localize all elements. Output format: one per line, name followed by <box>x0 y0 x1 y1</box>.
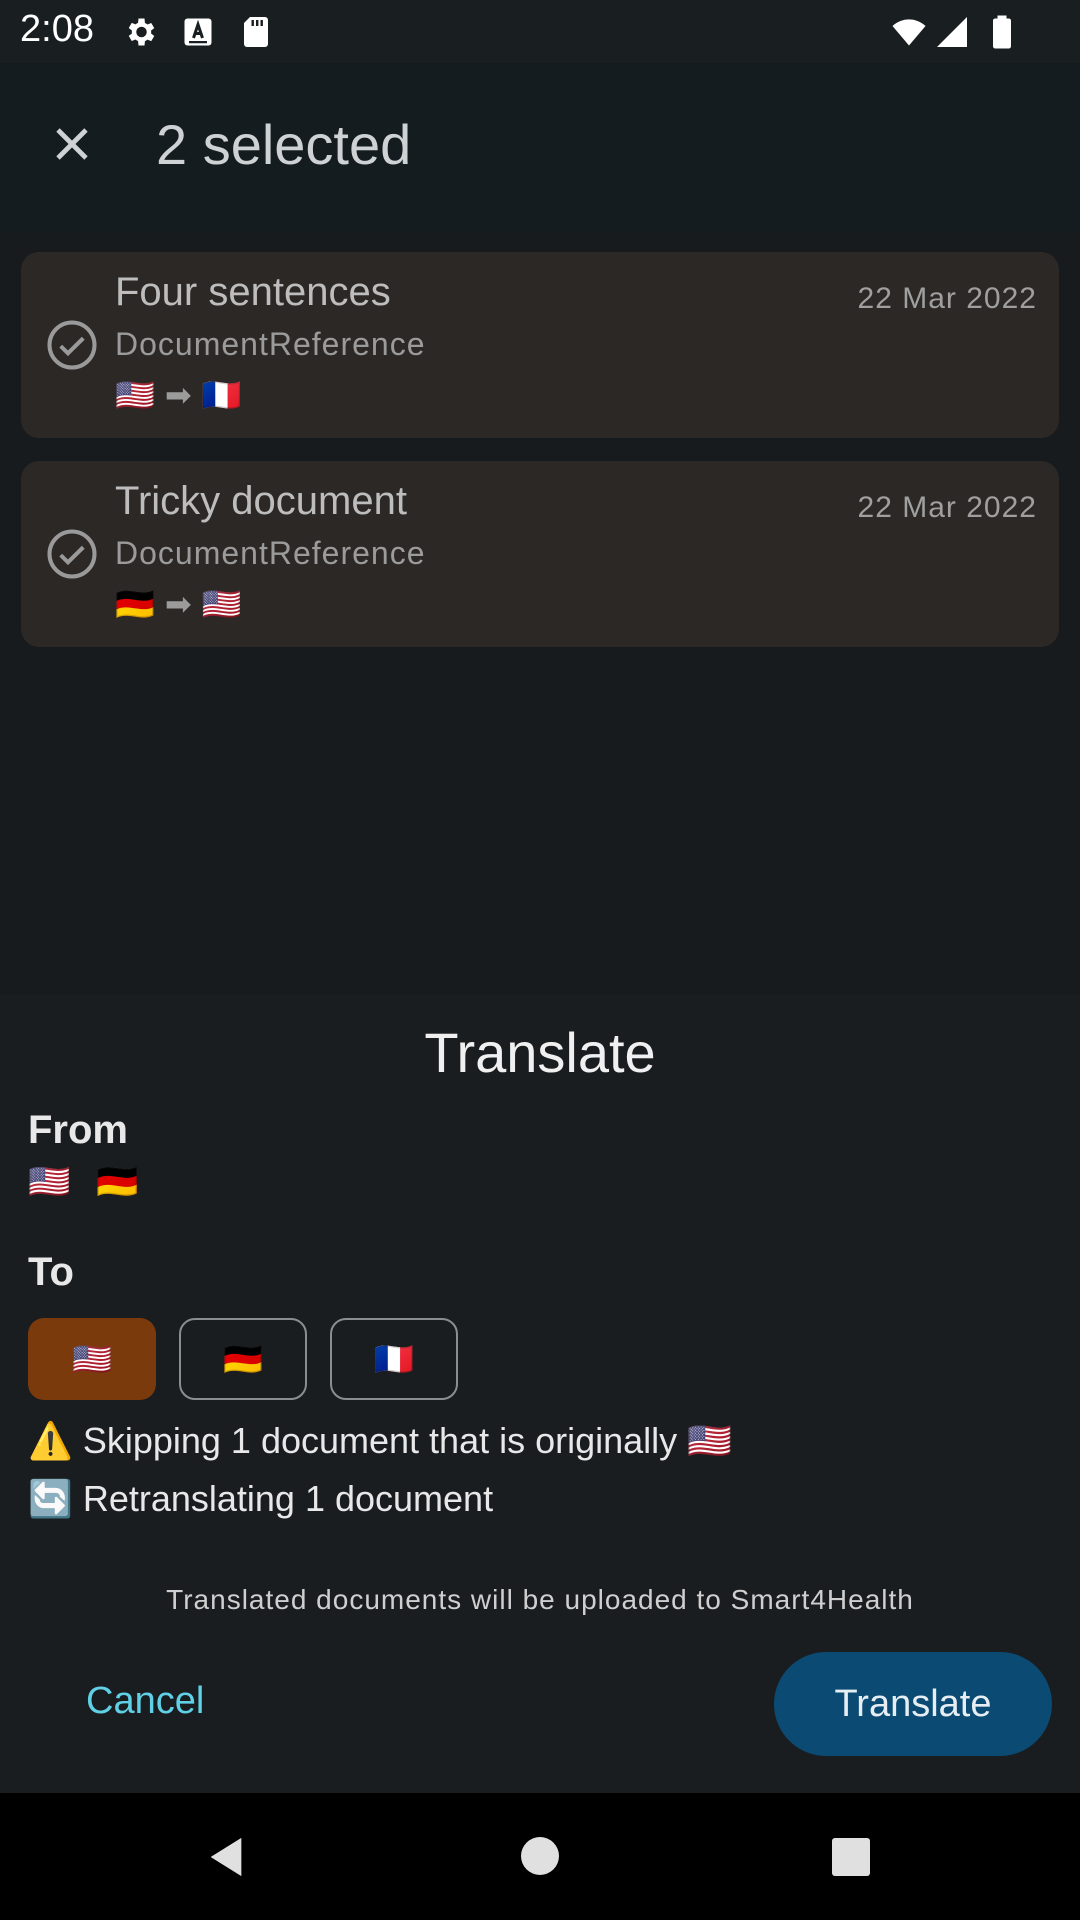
back-icon[interactable] <box>206 1834 246 1880</box>
warning-icon: ⚠️ <box>28 1420 73 1461</box>
signal-icon <box>937 17 967 47</box>
target-flag: 🇺🇸 <box>201 585 242 623</box>
from-flags: 🇺🇸 🇩🇪 <box>28 1162 139 1202</box>
battery-icon <box>993 15 1011 49</box>
close-icon[interactable] <box>48 120 96 168</box>
list-item[interactable]: Tricky document 22 Mar 2022 DocumentRefe… <box>21 461 1059 647</box>
skipping-warning: ⚠️ Skipping 1 document that is originall… <box>28 1420 732 1462</box>
check-circle-icon <box>47 529 97 579</box>
check-circle-icon <box>47 320 97 370</box>
sheet-title: Translate <box>424 1021 656 1084</box>
flag-us: 🇺🇸 <box>72 1340 112 1378</box>
translation-flags: 🇺🇸 ➡ 🇫🇷 <box>115 376 242 414</box>
target-flag: 🇫🇷 <box>201 376 242 414</box>
wifi-icon <box>892 19 926 46</box>
document-title: Four sentences <box>115 270 391 314</box>
gear-icon <box>128 18 155 46</box>
refresh-icon: 🔄 <box>28 1478 73 1519</box>
cancel-button[interactable]: Cancel <box>86 1680 204 1723</box>
to-option-us[interactable]: 🇺🇸 <box>28 1318 156 1400</box>
to-option-de[interactable]: 🇩🇪 <box>179 1318 307 1400</box>
from-flag-us: 🇺🇸 <box>28 1162 71 1202</box>
recent-apps-icon[interactable] <box>832 1838 870 1876</box>
arrow-right-icon: ➡ <box>164 585 192 623</box>
to-label: To <box>28 1250 74 1294</box>
flag-fr: 🇫🇷 <box>374 1340 414 1378</box>
flag-de: 🇩🇪 <box>223 1340 263 1378</box>
upload-note: Translated documents will be uploaded to… <box>166 1584 914 1615</box>
source-flag: 🇩🇪 <box>115 585 155 623</box>
home-icon[interactable] <box>520 1836 560 1876</box>
translate-button[interactable]: Translate <box>774 1652 1052 1756</box>
from-label: From <box>28 1108 128 1152</box>
source-flag: 🇺🇸 <box>115 376 155 414</box>
translation-flags: 🇩🇪 ➡ 🇺🇸 <box>115 585 242 623</box>
retranslate-text: Retranslating 1 document <box>82 1478 494 1519</box>
font-a-icon <box>184 18 212 46</box>
warning-flag: 🇺🇸 <box>687 1420 732 1461</box>
retranslate-info: 🔄 Retranslating 1 document <box>28 1478 493 1520</box>
arrow-right-icon: ➡ <box>164 376 192 414</box>
warning-text: Skipping 1 document that is originally <box>82 1420 678 1461</box>
document-type: DocumentReference <box>115 326 426 362</box>
document-list: Four sentences 22 Mar 2022 DocumentRefer… <box>0 231 1080 995</box>
list-item[interactable]: Four sentences 22 Mar 2022 DocumentRefer… <box>21 252 1059 438</box>
to-option-fr[interactable]: 🇫🇷 <box>330 1318 458 1400</box>
sd-card-icon <box>244 17 268 47</box>
document-date: 22 Mar 2022 <box>857 491 1037 524</box>
document-date: 22 Mar 2022 <box>857 282 1037 315</box>
document-type: DocumentReference <box>115 535 426 571</box>
page-title: 2 selected <box>156 113 412 176</box>
status-time: 2:08 <box>20 8 94 50</box>
document-title: Tricky document <box>115 479 407 523</box>
from-flag-de: 🇩🇪 <box>96 1162 139 1202</box>
